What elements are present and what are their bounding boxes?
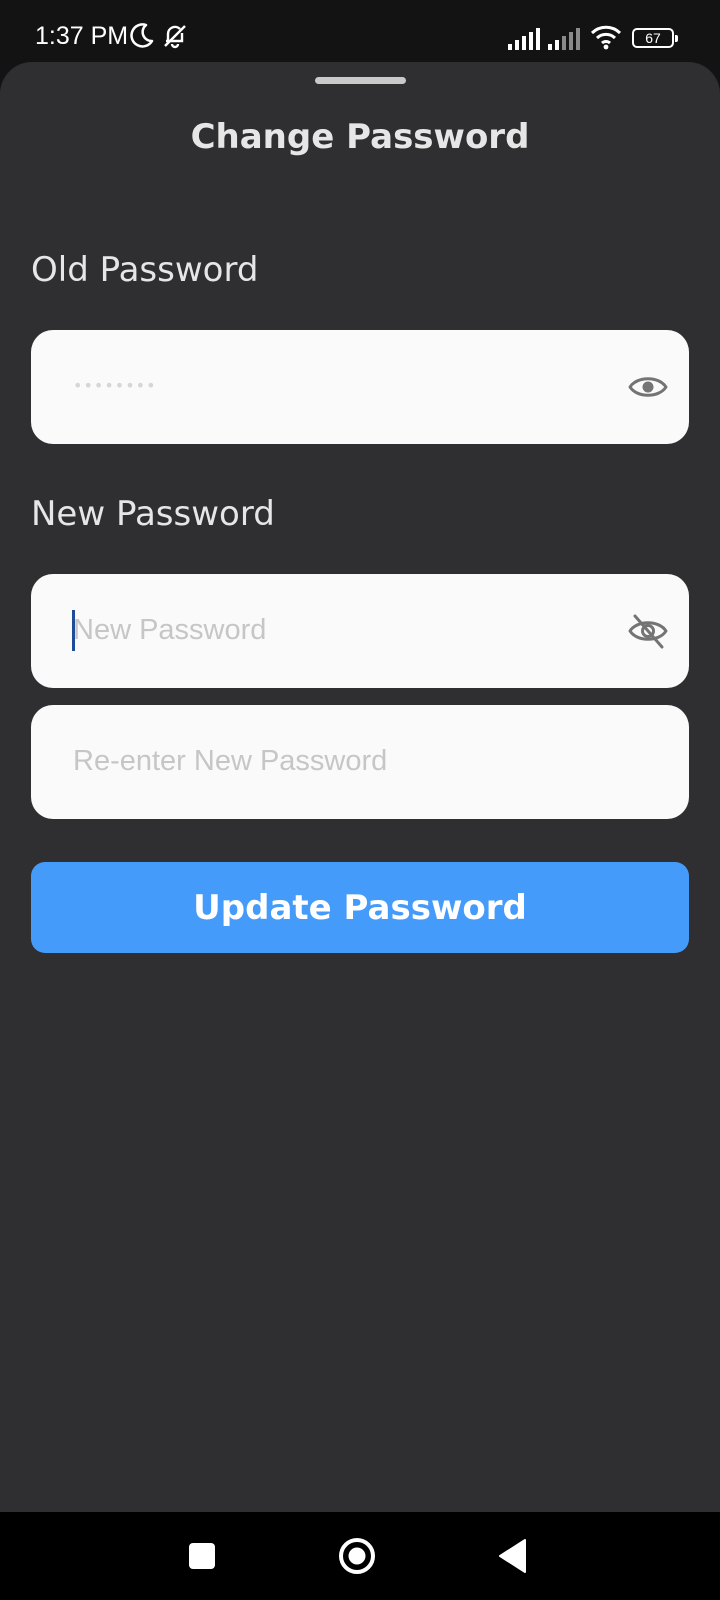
new-password-label: New Password	[31, 494, 275, 534]
status-bar: 1:37 PM 67	[0, 0, 720, 60]
bell-off-icon	[164, 25, 186, 49]
navigation-bar	[0, 1512, 720, 1600]
signal-icon	[548, 28, 580, 50]
confirm-password-placeholder: Re-enter New Password	[73, 745, 388, 777]
confirm-password-field[interactable]: Re-enter New Password	[31, 705, 689, 819]
wifi-icon	[590, 25, 622, 50]
update-password-button[interactable]: Update Password	[31, 862, 689, 953]
eye-icon[interactable]	[627, 367, 669, 407]
back-triangle-icon[interactable]	[490, 1532, 538, 1580]
old-password-field[interactable]: ••••••••	[31, 330, 689, 444]
new-password-placeholder: New Password	[73, 614, 267, 646]
sheet-title: Change Password	[190, 117, 530, 157]
drag-handle[interactable]	[315, 77, 406, 84]
signal-icon	[508, 28, 540, 50]
old-password-label: Old Password	[31, 250, 259, 290]
status-time: 1:37 PM	[35, 22, 129, 50]
eye-off-icon[interactable]	[627, 611, 669, 651]
recents-square-icon[interactable]	[178, 1532, 226, 1580]
change-password-sheet: Change Password Old Password •••••••• Ne…	[0, 62, 720, 1512]
new-password-field[interactable]: New Password	[31, 574, 689, 688]
moon-icon	[130, 23, 154, 48]
old-password-value: ••••••••	[73, 376, 157, 395]
battery-icon: 67	[632, 28, 678, 48]
home-circle-icon[interactable]	[333, 1532, 381, 1580]
